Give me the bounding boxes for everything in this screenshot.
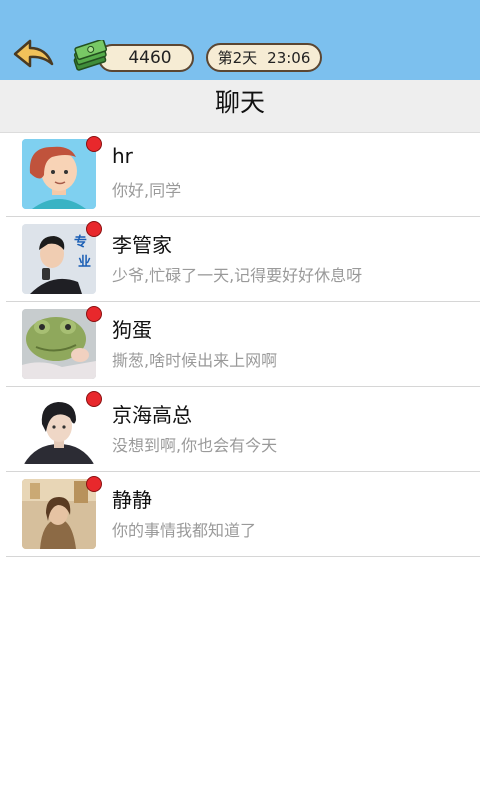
chat-row-butler[interactable]: 专 业 李管家 少爷,忙碌了一天,记得要好好休息呀 [0,217,480,302]
avatar-jingjing [22,479,96,549]
last-message: 你好,同学 [112,181,182,200]
chat-row-goudan[interactable]: 狗蛋 撕葱,啥时候出来上网啊 [0,302,480,387]
money-amount: 4460 [128,48,172,68]
avatar-text-2: 业 [78,254,91,270]
chat-row-jingjing[interactable]: 静静 你的事情我都知道了 [0,472,480,557]
unread-badge [86,136,102,152]
day-label: 第2天 [217,49,258,67]
avatar-text-1: 专 [74,234,87,250]
title-bar: 聊天 [0,80,480,133]
back-arrow-icon [13,39,54,68]
contact-name: 狗蛋 [112,318,152,342]
chat-row-gao[interactable]: 京海高总 没想到啊,你也会有今天 [0,387,480,472]
avatar-hr [22,139,96,209]
contact-name: 李管家 [112,233,172,257]
contact-name: 静静 [112,488,152,512]
avatar-goudan [22,309,96,379]
top-bar: 4460 第2天 23:06 [0,0,480,80]
unread-badge [86,221,102,237]
page-title: 聊天 [214,88,265,117]
last-message: 没想到啊,你也会有今天 [112,436,278,455]
unread-badge [86,391,102,407]
unread-badge [86,476,102,492]
chat-row-hr[interactable]: hr 你好,同学 [0,132,480,217]
day-time-pill: 第2天 23:06 [206,43,322,72]
contact-name: hr [112,144,133,168]
last-message: 撕葱,啥时候出来上网啊 [112,351,278,370]
time-label: 23:06 [267,48,311,67]
row-divider [6,556,480,557]
contact-name: 京海高总 [112,403,192,427]
last-message: 少爷,忙碌了一天,记得要好好休息呀 [112,266,363,285]
unread-badge [86,306,102,322]
back-button[interactable] [12,38,56,70]
avatar-gao [22,394,96,464]
avatar-butler: 专 业 [22,224,96,294]
chat-list: hr 你好,同学 专 业 李管家 少爷,忙碌了一天,记得要好好休息呀 狗蛋 撕葱… [0,132,480,557]
last-message: 你的事情我都知道了 [112,521,257,540]
cash-stack-icon [70,38,110,74]
